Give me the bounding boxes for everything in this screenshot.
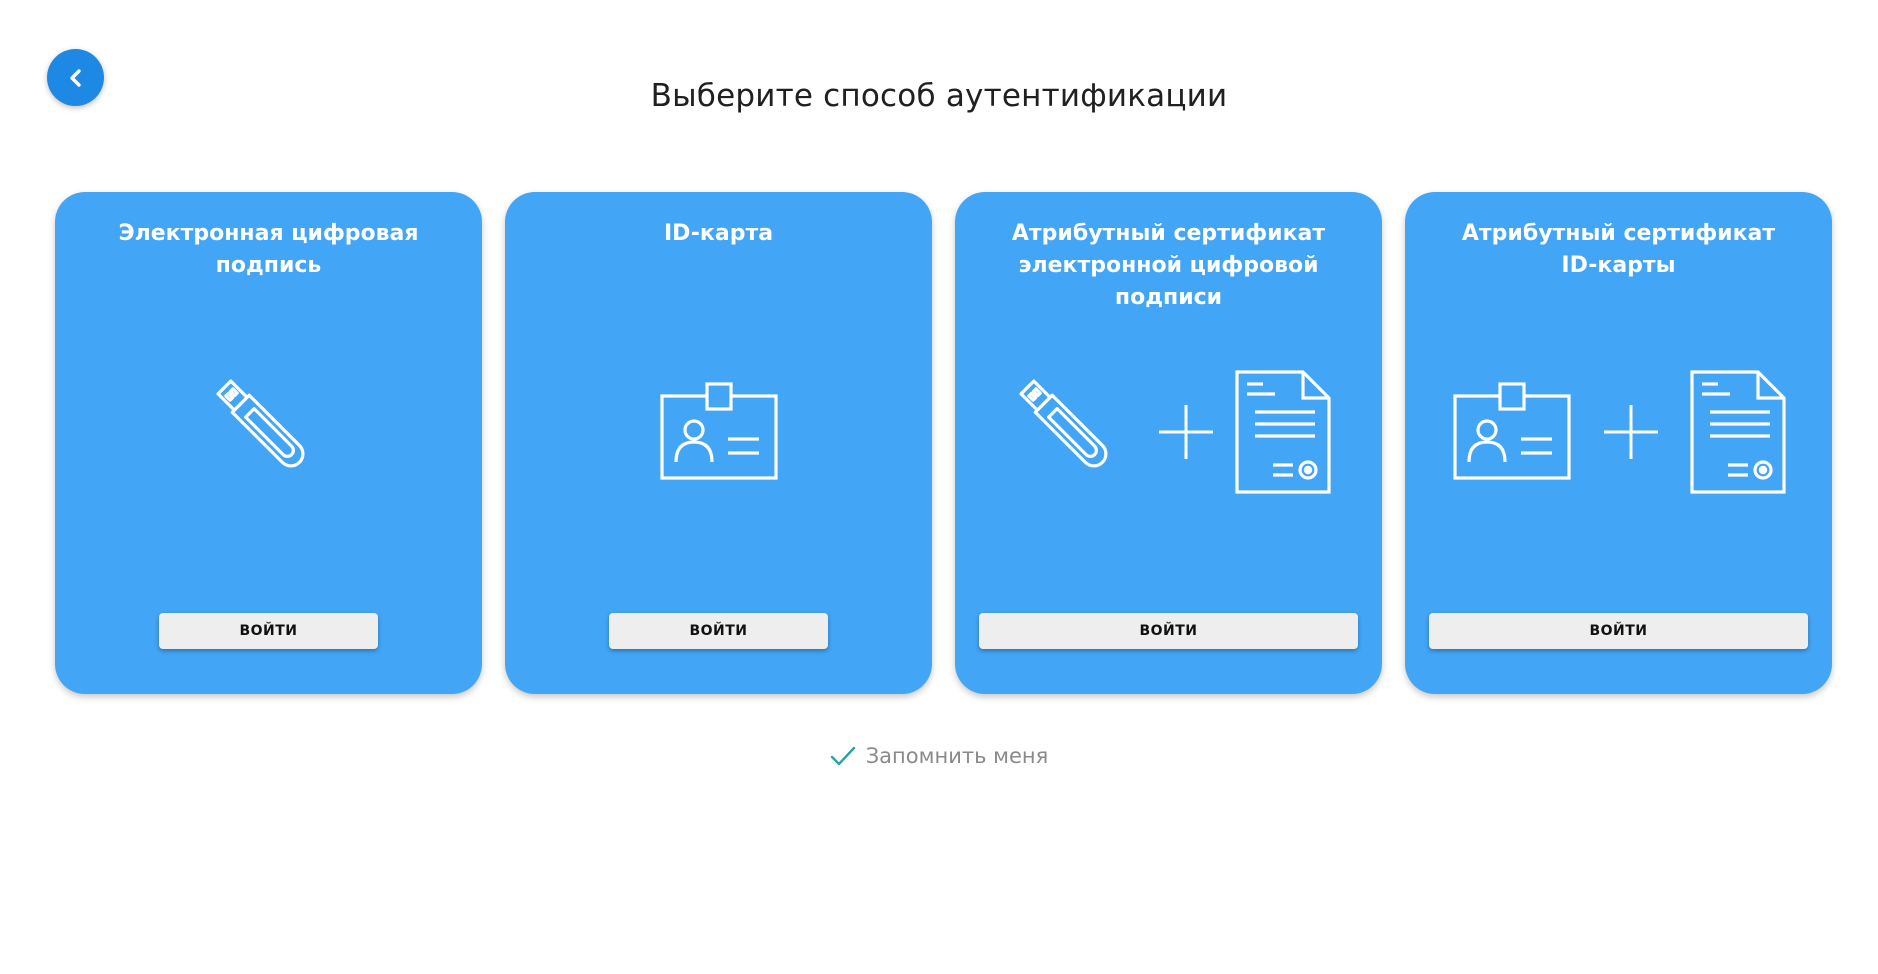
plus-icon [1603,405,1658,459]
auth-method-page: Выберите способ аутентификации Электронн… [0,0,1878,974]
card-illustration [955,367,1382,497]
login-button[interactable]: ВОЙТИ [609,613,828,649]
check-icon [830,746,855,766]
plus-icon [1158,405,1213,459]
card-digital-signature[interactable]: Электронная цифровая подпись ВОЙТИ [55,192,482,694]
id-card-icon [659,382,778,480]
remember-me-checkbox[interactable]: Запомнить меня [0,744,1878,768]
card-illustration [55,367,482,497]
id-card-icon [1452,382,1571,480]
card-title: ID-карта [663,221,774,246]
card-title: Атрибутный сертификат электронной цифров… [1011,221,1326,310]
card-illustration [1405,367,1832,497]
login-button[interactable]: ВОЙТИ [1429,613,1808,649]
card-title: Электронная цифровая подпись [118,221,419,278]
page-title: Выберите способ аутентификации [650,78,1228,114]
card-id-card[interactable]: ID-карта ВОЙТИ [505,192,932,694]
card-attribute-cert-id-card[interactable]: Атрибутный сертификат ID-карты ВОЙТИ [1405,192,1832,694]
card-attribute-cert-signature[interactable]: Атрибутный сертификат электронной цифров… [955,192,1382,694]
usb-token-icon [215,379,304,468]
card-title: Атрибутный сертификат ID-карты [1461,221,1776,278]
login-button[interactable]: ВОЙТИ [159,613,378,649]
certificate-icon [1234,370,1331,494]
remember-me-label: Запомнить меня [865,744,1049,768]
card-illustration [505,367,932,497]
certificate-icon [1689,370,1786,494]
auth-method-cards: Электронная цифровая подпись ВОЙТИ ID-ка… [55,192,1832,694]
usb-token-icon [1018,379,1107,468]
login-button[interactable]: ВОЙТИ [979,613,1358,649]
